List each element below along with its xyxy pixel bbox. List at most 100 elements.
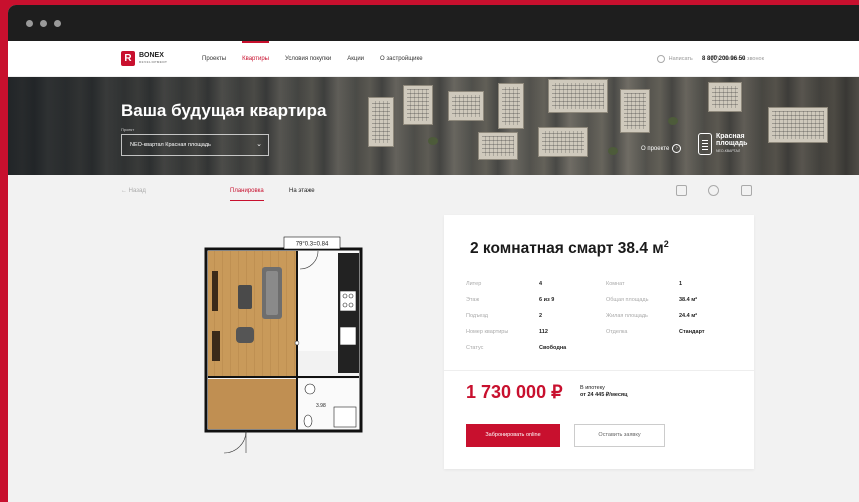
arrow-right-icon: › — [672, 144, 682, 153]
spec-key-entrance: Подъезд — [466, 313, 488, 319]
share-icon[interactable] — [741, 185, 752, 196]
logo-name: BONEX — [139, 51, 164, 59]
hallway-floor — [208, 379, 296, 429]
project-brand-subtitle: NEO-КВАРТАЛ — [716, 149, 741, 153]
project-select-label: Проект — [121, 127, 135, 132]
window-close-dot[interactable] — [26, 20, 33, 27]
hero-tree — [428, 137, 438, 145]
page-title: Ваша будущая квартира — [121, 101, 327, 120]
armchair-icon — [236, 327, 254, 343]
spec-key-floor: Этаж — [466, 297, 480, 303]
hero-building — [538, 127, 588, 157]
spec-value-living-area: 24.4 м² — [679, 313, 698, 319]
nav-item-promotions[interactable]: Акции — [347, 41, 364, 77]
spec-value-apt-number: 112 — [539, 329, 548, 335]
spec-key-living-area: Жилая площадь — [606, 313, 648, 319]
back-link[interactable]: ← Назад — [121, 185, 146, 197]
tab-on-floor[interactable]: На этаже — [289, 185, 315, 197]
nav-item-projects[interactable]: Проекты — [202, 41, 226, 77]
window-maximize-dot[interactable] — [54, 20, 61, 27]
spec-value-status: Свободна — [539, 345, 567, 351]
stove-icon — [339, 290, 357, 312]
nav-item-apartments[interactable]: Квартиры — [242, 41, 269, 77]
card-divider — [444, 370, 754, 371]
window-minimize-dot[interactable] — [40, 20, 47, 27]
hero-building — [548, 79, 608, 113]
spec-key-finish: Отделка — [606, 329, 628, 335]
mortgage-line2: от 24 445 ₽/месяц — [580, 392, 628, 398]
logo-subtitle: DEVELOPMENT — [139, 59, 168, 64]
coffee-table-icon — [238, 285, 252, 309]
spec-key-liter: Литер — [466, 281, 482, 287]
hero-building — [403, 85, 433, 125]
spec-key-apt-number: Номер квартиры — [466, 329, 509, 335]
nav-item-about-developer[interactable]: О застройщике — [380, 41, 423, 77]
floor-plan[interactable]: 79°0.3=0.84 3.98 — [198, 231, 370, 457]
print-icon[interactable] — [708, 185, 719, 196]
toilet-icon — [303, 414, 313, 428]
write-link[interactable]: Написать — [656, 55, 693, 63]
pdf-icon[interactable] — [676, 185, 687, 196]
project-emblem-icon — [698, 133, 712, 155]
apartment-title-sup: 2 — [663, 239, 669, 249]
living-room-texture — [208, 251, 296, 376]
nav-item-purchase-terms[interactable]: Условия покупки — [285, 41, 331, 77]
plan-thick-wall — [338, 253, 359, 373]
sink-icon — [339, 326, 357, 346]
washbasin-icon — [304, 383, 316, 395]
hero-building — [620, 89, 650, 133]
site-header: R BONEX DEVELOPMENT Проекты Квартиры Усл… — [8, 41, 859, 77]
bathroom-area-label: 3.98 — [316, 403, 326, 409]
book-online-button[interactable]: Забронировать online — [466, 424, 560, 447]
hero-building — [708, 82, 742, 112]
window-titlebar — [8, 5, 859, 41]
mortgage-info: В ипотеку от 24 445 ₽/месяц — [580, 385, 628, 399]
hero-building — [768, 107, 828, 143]
door-handle-icon — [294, 340, 300, 346]
leave-request-button[interactable]: Оставить заявку — [574, 424, 665, 447]
spec-value-finish: Стандарт — [679, 329, 705, 335]
spec-key-rooms: Комнат — [606, 281, 625, 287]
hero-tree — [608, 147, 618, 155]
project-brand-line1: Красная — [716, 133, 745, 140]
hero-building — [498, 83, 524, 129]
project-select[interactable]: NEO-квартал Красная площадь ⌄ — [121, 134, 269, 156]
chat-icon — [656, 55, 665, 63]
logo-mark-icon: R — [121, 51, 135, 66]
browser-window: R BONEX DEVELOPMENT Проекты Квартиры Усл… — [8, 5, 859, 502]
window-dimension-label: 79°0.3=0.84 — [296, 242, 329, 248]
apartment-price: 1 730 000 ₽ — [466, 382, 563, 402]
mortgage-line1: В ипотеку — [580, 385, 605, 391]
logo[interactable]: R BONEX DEVELOPMENT — [121, 51, 167, 66]
tv-stand-icon — [212, 271, 218, 311]
chevron-down-icon: ⌄ — [256, 141, 262, 148]
hero-building — [478, 132, 518, 160]
sofa-cushion — [266, 271, 278, 315]
hero-tree — [668, 117, 678, 125]
spec-value-total-area: 38.4 м² — [679, 297, 698, 303]
hero-banner: Ваша будущая квартира Проект NEO-квартал… — [8, 77, 859, 175]
write-link-label: Написать — [668, 56, 693, 62]
main-nav: Проекты Квартиры Условия покупки Акции О… — [202, 41, 439, 77]
about-project-link[interactable]: О проекте › — [641, 144, 682, 153]
sub-toolbar: ← Назад Планировка На этаже — [8, 185, 859, 205]
about-project-label: О проекте — [641, 145, 670, 152]
project-brand: Красная площадь NEO-КВАРТАЛ — [698, 133, 748, 155]
phone-number[interactable]: 8 800 200 96 50 — [702, 56, 745, 62]
spec-key-status: Статус — [466, 345, 484, 351]
shelf-icon — [212, 331, 220, 361]
project-brand-line2: площадь — [716, 140, 748, 147]
spec-value-floor: 6 из 9 — [539, 297, 555, 303]
apartment-title-text: 2 комнатная смарт 38.4 м — [470, 240, 664, 258]
apartment-title: 2 комнатная смарт 38.4 м2 — [470, 239, 669, 258]
spec-value-liter: 4 — [539, 281, 543, 287]
hero-building — [448, 91, 484, 121]
spec-key-total-area: Общая площадь — [606, 297, 649, 303]
shower-icon — [333, 406, 357, 428]
hero-building — [368, 97, 394, 147]
tab-layout[interactable]: Планировка — [230, 185, 264, 201]
spec-value-entrance: 2 — [539, 313, 543, 319]
apartment-card: 2 комнатная смарт 38.4 м2 Литер 4 Этаж 6… — [444, 215, 754, 469]
spec-value-rooms: 1 — [679, 281, 683, 287]
project-select-value: NEO-квартал Красная площадь — [130, 142, 211, 148]
